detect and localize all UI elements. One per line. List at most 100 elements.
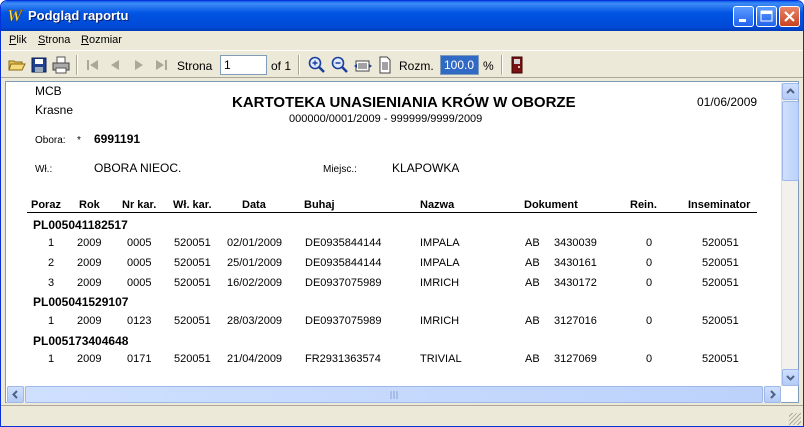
header-rule: [27, 212, 757, 213]
page-width-icon[interactable]: [353, 55, 373, 75]
obora-number: 6991191: [94, 132, 141, 146]
horizontal-scroll-thumb[interactable]: [25, 386, 763, 403]
column-header: Rok: [79, 199, 100, 211]
column-header: Poraz: [31, 199, 61, 211]
column-header: Data: [242, 199, 266, 211]
cell-rok: 2009: [77, 277, 102, 289]
cell-inseminator: 520051: [702, 237, 739, 249]
menu-bar: Plik Strona Rozmiar: [1, 31, 803, 49]
cell-doc-number: 3430039: [554, 237, 597, 249]
report-range: 000000/0001/2009 - 999999/9999/2009: [289, 113, 483, 125]
full-page-icon[interactable]: [375, 55, 395, 75]
scroll-down-icon: [786, 375, 795, 381]
report-title: KARTOTEKA UNASIENIANIA KRÓW W OBORZE: [232, 94, 576, 111]
scroll-left-button[interactable]: [7, 386, 24, 403]
company-name: MCB: [35, 84, 62, 98]
column-header: Nr kar.: [122, 199, 157, 211]
column-header: Dokument: [524, 199, 578, 211]
cell-rok: 2009: [77, 237, 102, 249]
column-header: Rein.: [630, 199, 657, 211]
page-label: Strona: [177, 59, 213, 73]
page-number-input[interactable]: [220, 55, 267, 75]
cow-id: PL005041529107: [33, 295, 129, 309]
open-icon[interactable]: [7, 55, 27, 75]
first-page-icon[interactable]: [83, 55, 103, 75]
cell-wl-kar: 520051: [174, 237, 211, 249]
column-header: Inseminator: [688, 199, 751, 211]
cell-data: 25/01/2009: [227, 257, 283, 269]
vertical-scrollbar[interactable]: [781, 83, 799, 386]
cell-rein: 0: [646, 353, 653, 365]
cow-id: PL005041182517: [33, 218, 128, 232]
company-city: Krasne: [35, 103, 74, 117]
menu-strona[interactable]: Strona: [38, 34, 70, 46]
save-icon[interactable]: [29, 55, 49, 75]
status-bar: [1, 405, 803, 426]
cell-rein: 0: [646, 257, 653, 269]
cell-rein: 0: [646, 277, 653, 289]
page-count-label: of 1: [271, 59, 292, 73]
cell-nazwa: IMPALA: [420, 237, 460, 249]
scroll-right-icon: [770, 390, 776, 399]
exit-icon[interactable]: [507, 55, 527, 75]
last-page-icon[interactable]: [151, 55, 171, 75]
horizontal-scrollbar[interactable]: [7, 386, 781, 403]
print-icon[interactable]: [51, 55, 71, 75]
place-value: KLAPOWKA: [392, 161, 460, 175]
zoom-percent: %: [483, 59, 494, 73]
cell-doc-number: 3127016: [554, 315, 597, 327]
owner-label: Wł.:: [35, 164, 53, 175]
owner-value: OBORA NIEOC.: [94, 161, 182, 175]
cell-wl-kar: 520051: [174, 315, 211, 327]
cell-rok: 2009: [77, 353, 102, 365]
cell-poraz: 1: [48, 353, 55, 365]
resize-grip-icon[interactable]: [789, 413, 801, 425]
cell-buhaj: DE0937075989: [305, 277, 382, 289]
cell-doc-type: AB: [525, 257, 540, 269]
toolbar-separator: [76, 55, 78, 75]
prev-page-icon[interactable]: [105, 55, 125, 75]
scroll-right-button[interactable]: [764, 386, 781, 403]
cell-doc-number: 3127069: [554, 353, 597, 365]
scroll-up-button[interactable]: [782, 83, 799, 100]
cell-doc-type: AB: [525, 353, 540, 365]
cell-nazwa: TRIVIAL: [420, 353, 462, 365]
cell-nazwa: IMRICH: [420, 277, 460, 289]
cell-data: 16/02/2009: [227, 277, 283, 289]
cell-rok: 2009: [77, 257, 102, 269]
scroll-up-icon: [786, 88, 795, 94]
minimize-button[interactable]: [733, 6, 754, 27]
cell-data: 21/04/2009: [227, 353, 283, 365]
cell-nazwa: IMRICH: [420, 315, 460, 327]
cell-doc-number: 3430172: [554, 277, 597, 289]
zoom-in-icon[interactable]: [307, 55, 327, 75]
zoom-input[interactable]: [440, 55, 479, 75]
column-header: Buhaj: [304, 199, 335, 211]
column-header: Wł. kar.: [173, 199, 212, 211]
next-page-icon[interactable]: [129, 55, 149, 75]
zoom-out-icon[interactable]: [330, 55, 350, 75]
maximize-icon: [760, 10, 773, 22]
scroll-down-button[interactable]: [782, 369, 799, 386]
cell-wl-kar: 520051: [174, 277, 211, 289]
maximize-button[interactable]: [756, 6, 777, 27]
place-label: Miejsc.:: [323, 164, 357, 175]
report-page[interactable]: MCB Krasne KARTOTEKA UNASIENIANIA KRÓW W…: [5, 81, 799, 403]
cell-rok: 2009: [77, 315, 102, 327]
zoom-label: Rozm.: [399, 59, 434, 73]
obora-label: Obora:: [35, 135, 66, 146]
vertical-scroll-thumb[interactable]: [782, 101, 799, 181]
close-button[interactable]: [779, 6, 800, 27]
cell-poraz: 1: [48, 315, 55, 327]
title-bar[interactable]: W Podgląd raportu: [1, 1, 803, 31]
cell-rein: 0: [646, 315, 653, 327]
cell-doc-type: AB: [525, 237, 540, 249]
cell-nazwa: IMPALA: [420, 257, 460, 269]
app-icon: W: [7, 6, 24, 24]
cell-inseminator: 520051: [702, 315, 739, 327]
menu-plik[interactable]: Plik: [9, 34, 27, 46]
cell-inseminator: 520051: [702, 277, 739, 289]
menu-rozmiar[interactable]: Rozmiar: [81, 34, 122, 46]
toolbar-separator: [501, 55, 503, 75]
report-preview-window: W Podgląd raportu Plik Strona Rozmiar St…: [0, 0, 804, 427]
